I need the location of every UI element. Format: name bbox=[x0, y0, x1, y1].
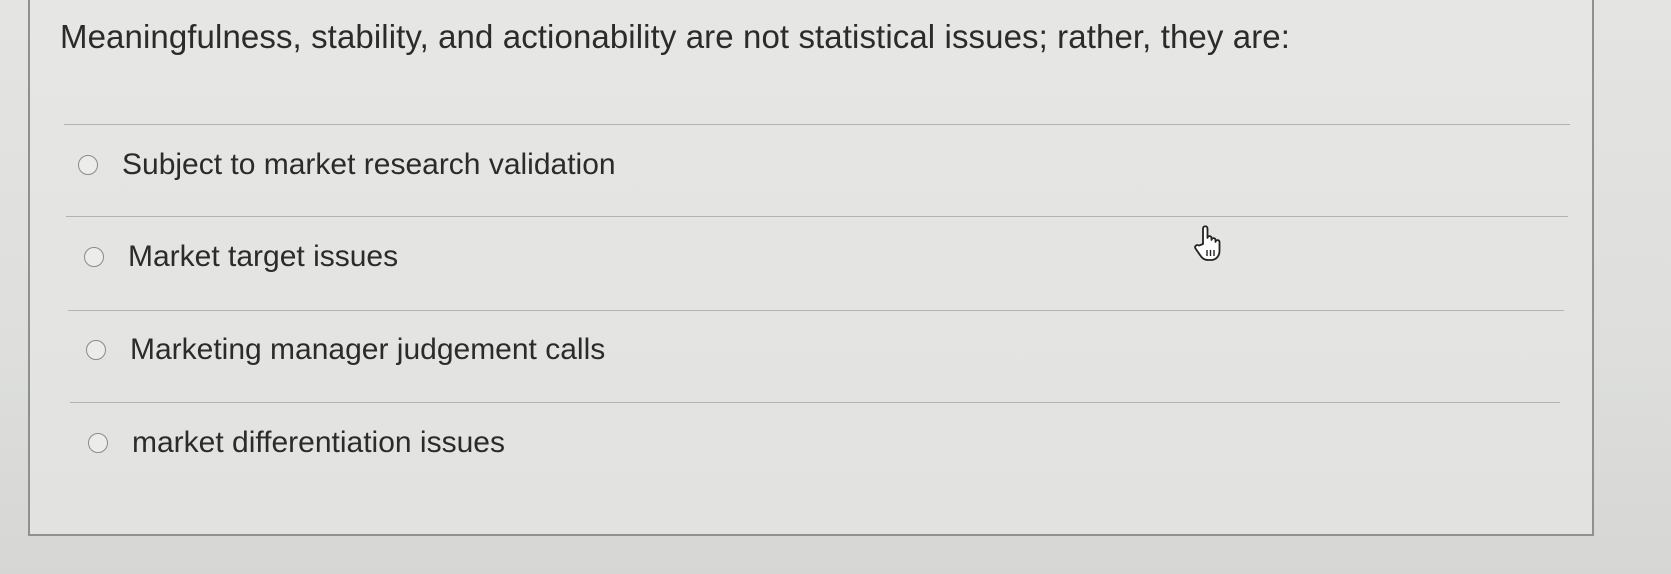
divider bbox=[66, 216, 1568, 217]
question-text: Meaningfulness, stability, and actionabi… bbox=[60, 18, 1291, 55]
radio-button[interactable] bbox=[88, 433, 108, 453]
option-label: Subject to market research validation bbox=[122, 148, 616, 181]
divider bbox=[68, 310, 1564, 311]
divider bbox=[64, 124, 1570, 125]
option-label: Marketing manager judgement calls bbox=[130, 333, 606, 366]
option-market-target-issues[interactable]: Market target issues bbox=[84, 240, 398, 274]
divider bbox=[70, 402, 1560, 403]
option-subject-to-market-research-validation[interactable]: Subject to market research validation bbox=[78, 148, 616, 182]
option-label: Market target issues bbox=[128, 240, 399, 273]
radio-button[interactable] bbox=[78, 155, 98, 175]
radio-button[interactable] bbox=[84, 247, 104, 267]
option-marketing-manager-judgement-calls[interactable]: Marketing manager judgement calls bbox=[86, 333, 605, 367]
option-market-differentiation-issues[interactable]: market differentiation issues bbox=[88, 426, 505, 460]
hand-pointer-icon bbox=[1194, 225, 1221, 261]
option-label: market differentiation issues bbox=[132, 426, 505, 459]
radio-button[interactable] bbox=[86, 340, 106, 360]
